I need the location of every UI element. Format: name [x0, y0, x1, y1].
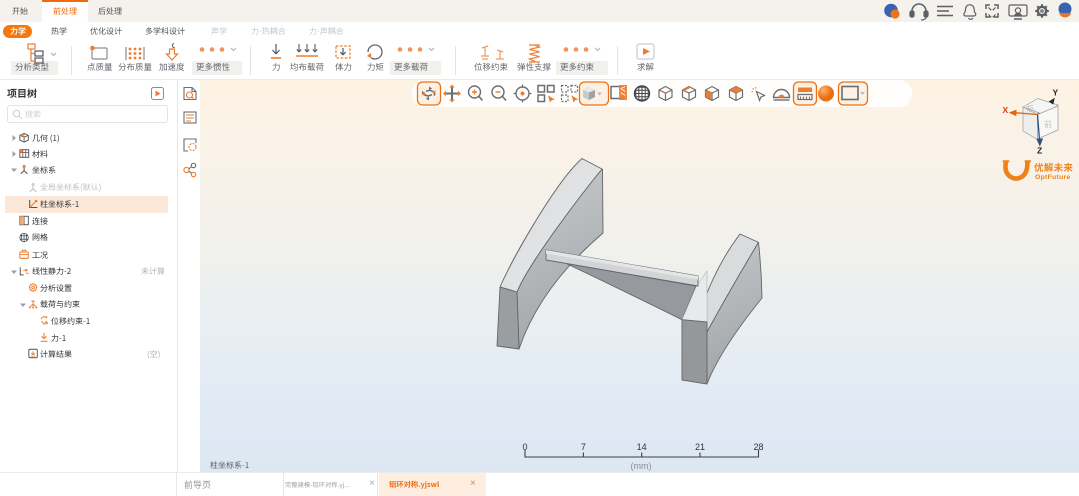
svg-text:Y: Y: [1053, 88, 1059, 98]
svg-text:前: 前: [1044, 119, 1052, 129]
svg-text:X: X: [1003, 105, 1009, 115]
svg-text:Z: Z: [1037, 146, 1042, 156]
